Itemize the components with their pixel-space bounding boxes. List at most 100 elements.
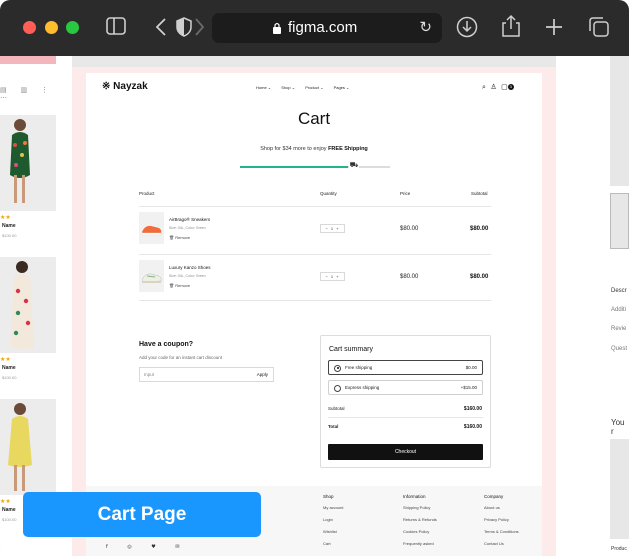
footer-link[interactable]: Wishlist: [323, 529, 337, 534]
download-icon[interactable]: [456, 16, 478, 38]
lock-icon: [273, 22, 281, 34]
tabs-icon[interactable]: [589, 17, 609, 37]
forward-icon[interactable]: [194, 18, 204, 36]
share-icon[interactable]: [501, 14, 521, 38]
main-nav: Home ⌄ Shop ⌄ Product ⌄ Pages ⌄: [256, 85, 358, 90]
product-detail-image: [610, 56, 629, 186]
address-bar[interactable]: figma.com ↻: [212, 13, 442, 43]
design-canvas[interactable]: ▤ ▥ ⋮ ⋯ ★★ Name $100.00 ★★ Name $100.00 …: [0, 56, 629, 556]
product-frame-right[interactable]: Descr Additi Revie Quest You r Produc: [556, 56, 629, 556]
shipping-progress-bar: [240, 166, 390, 168]
cart-item-meta: Size: 04L, Color: Green: [169, 274, 206, 278]
checkout-button[interactable]: Checkout: [328, 444, 483, 460]
footer-link[interactable]: Cookies Policy: [403, 529, 429, 534]
col-product: Product: [139, 191, 155, 196]
cart-item-image[interactable]: [139, 260, 164, 292]
shipping-prefix: Shop for $34 more to enjoy: [260, 146, 329, 152]
cart-item-image[interactable]: [139, 212, 164, 244]
footer-link[interactable]: Cart: [323, 541, 331, 546]
divider: [139, 300, 491, 301]
product-name: Name: [2, 223, 16, 229]
tab-questions[interactable]: Quest: [611, 346, 627, 352]
product-image[interactable]: [0, 257, 56, 353]
product-image[interactable]: [0, 115, 56, 211]
footer-link[interactable]: Terms & Conditions: [484, 529, 519, 534]
tab-reviews[interactable]: Revie: [611, 326, 626, 332]
product-name: Name: [2, 507, 16, 513]
search-icon[interactable]: ⌕: [482, 83, 486, 91]
related-product-name: Produc: [611, 546, 627, 552]
product-thumbnail[interactable]: [610, 193, 629, 249]
cart-item-name[interactable]: AirBrago® Sneakers: [169, 217, 210, 222]
footer-link[interactable]: Privacy Policy: [484, 517, 509, 522]
quantity-stepper[interactable]: − 1 +: [320, 272, 345, 281]
radio-selected[interactable]: [334, 364, 341, 372]
shop-frame-left[interactable]: ▤ ▥ ⋮ ⋯ ★★ Name $100.00 ★★ Name $100.00 …: [0, 56, 72, 556]
apply-button[interactable]: Apply: [257, 372, 268, 377]
nav-item-product[interactable]: Product ⌄: [305, 85, 323, 90]
total-label: Total: [328, 424, 339, 429]
col-price: Price: [400, 191, 411, 196]
cart-page-frame[interactable]: ※ Nayzak Home ⌄ Shop ⌄ Product ⌄ Pages ⌄…: [72, 67, 556, 556]
related-product-image[interactable]: [610, 439, 629, 539]
radio-unselected[interactable]: [334, 384, 341, 392]
option-label: Free shipping: [345, 365, 373, 370]
coupon-subtitle: Add your code for an instant cart discou…: [139, 355, 223, 360]
option-value: +$15.00: [460, 385, 477, 390]
reload-icon[interactable]: ↻: [419, 18, 432, 36]
cart-page: ※ Nayzak Home ⌄ Shop ⌄ Product ⌄ Pages ⌄…: [86, 73, 542, 556]
coupon-form: Input Apply: [139, 367, 274, 382]
subtotal-value: $160.00: [463, 406, 482, 412]
minimize-window-button[interactable]: [45, 21, 58, 34]
shipping-option-express[interactable]: Express shipping +$15.00: [328, 380, 483, 395]
url-text: figma.com: [288, 19, 358, 36]
trash-icon: 🗑: [169, 235, 175, 240]
remove-button[interactable]: 🗑 Remove: [169, 283, 190, 288]
bag-icon[interactable]: ▢: [501, 83, 508, 91]
nav-item-home[interactable]: Home ⌄: [256, 85, 271, 90]
tab-additional[interactable]: Additi: [611, 307, 626, 313]
footer-link[interactable]: About us: [484, 505, 500, 510]
back-icon[interactable]: [155, 18, 167, 36]
cart-item-name[interactable]: Luxury Kanzo Shoes: [169, 265, 211, 270]
item-price: $80.00: [400, 226, 419, 232]
footer-heading: Company: [484, 494, 504, 499]
shield-icon[interactable]: [176, 17, 192, 37]
brand-logo[interactable]: ※ Nayzak: [102, 81, 148, 92]
close-window-button[interactable]: [23, 21, 36, 34]
footer-link[interactable]: Frequently asked: [403, 541, 434, 546]
quantity-stepper[interactable]: − 1 +: [320, 224, 345, 233]
zoom-window-button[interactable]: [66, 21, 79, 34]
cart-count-badge: 3: [507, 84, 514, 90]
remove-button[interactable]: 🗑 Remove: [169, 235, 190, 240]
footer-link[interactable]: Shipping Policy: [403, 505, 430, 510]
divider: [328, 417, 483, 418]
user-icon[interactable]: ♙: [490, 83, 496, 91]
shipping-option-free[interactable]: Free shipping $0.00: [328, 360, 483, 375]
footer-heading: Information: [403, 494, 426, 499]
divider: [139, 254, 491, 255]
truck-icon: ⛟: [349, 161, 359, 169]
col-subtotal: Subtotal: [471, 191, 488, 196]
shipping-progress-fill: [240, 166, 348, 168]
footer-link[interactable]: Login: [323, 517, 333, 522]
footer-link[interactable]: Contact Us: [484, 541, 504, 546]
new-tab-icon[interactable]: [545, 18, 563, 36]
product-price: $100.00: [2, 375, 17, 380]
product-image[interactable]: [0, 399, 56, 495]
coupon-input[interactable]: Input: [144, 372, 154, 377]
related-heading: You r: [611, 418, 625, 436]
footer-link[interactable]: Returns & Refunds: [403, 517, 437, 522]
sidebar-icon[interactable]: [106, 17, 126, 35]
header-actions: ⌕ ♙ ▢ 3: [482, 83, 514, 92]
nav-item-shop[interactable]: Shop ⌄: [281, 85, 295, 90]
footer-link[interactable]: My account: [323, 505, 343, 510]
item-subtotal: $80.00: [470, 274, 489, 280]
product-price: $100.00: [2, 517, 17, 522]
nav-item-pages[interactable]: Pages ⌄: [334, 85, 350, 90]
cart-summary: Cart summary Free shipping $0.00 Express…: [320, 335, 491, 468]
tab-description[interactable]: Descr: [611, 288, 627, 294]
social-icons[interactable]: f ◎ ♥ ✉: [106, 544, 189, 550]
coupon-title: Have a coupon?: [139, 341, 194, 348]
cart-page-badge: Cart Page: [23, 492, 261, 537]
